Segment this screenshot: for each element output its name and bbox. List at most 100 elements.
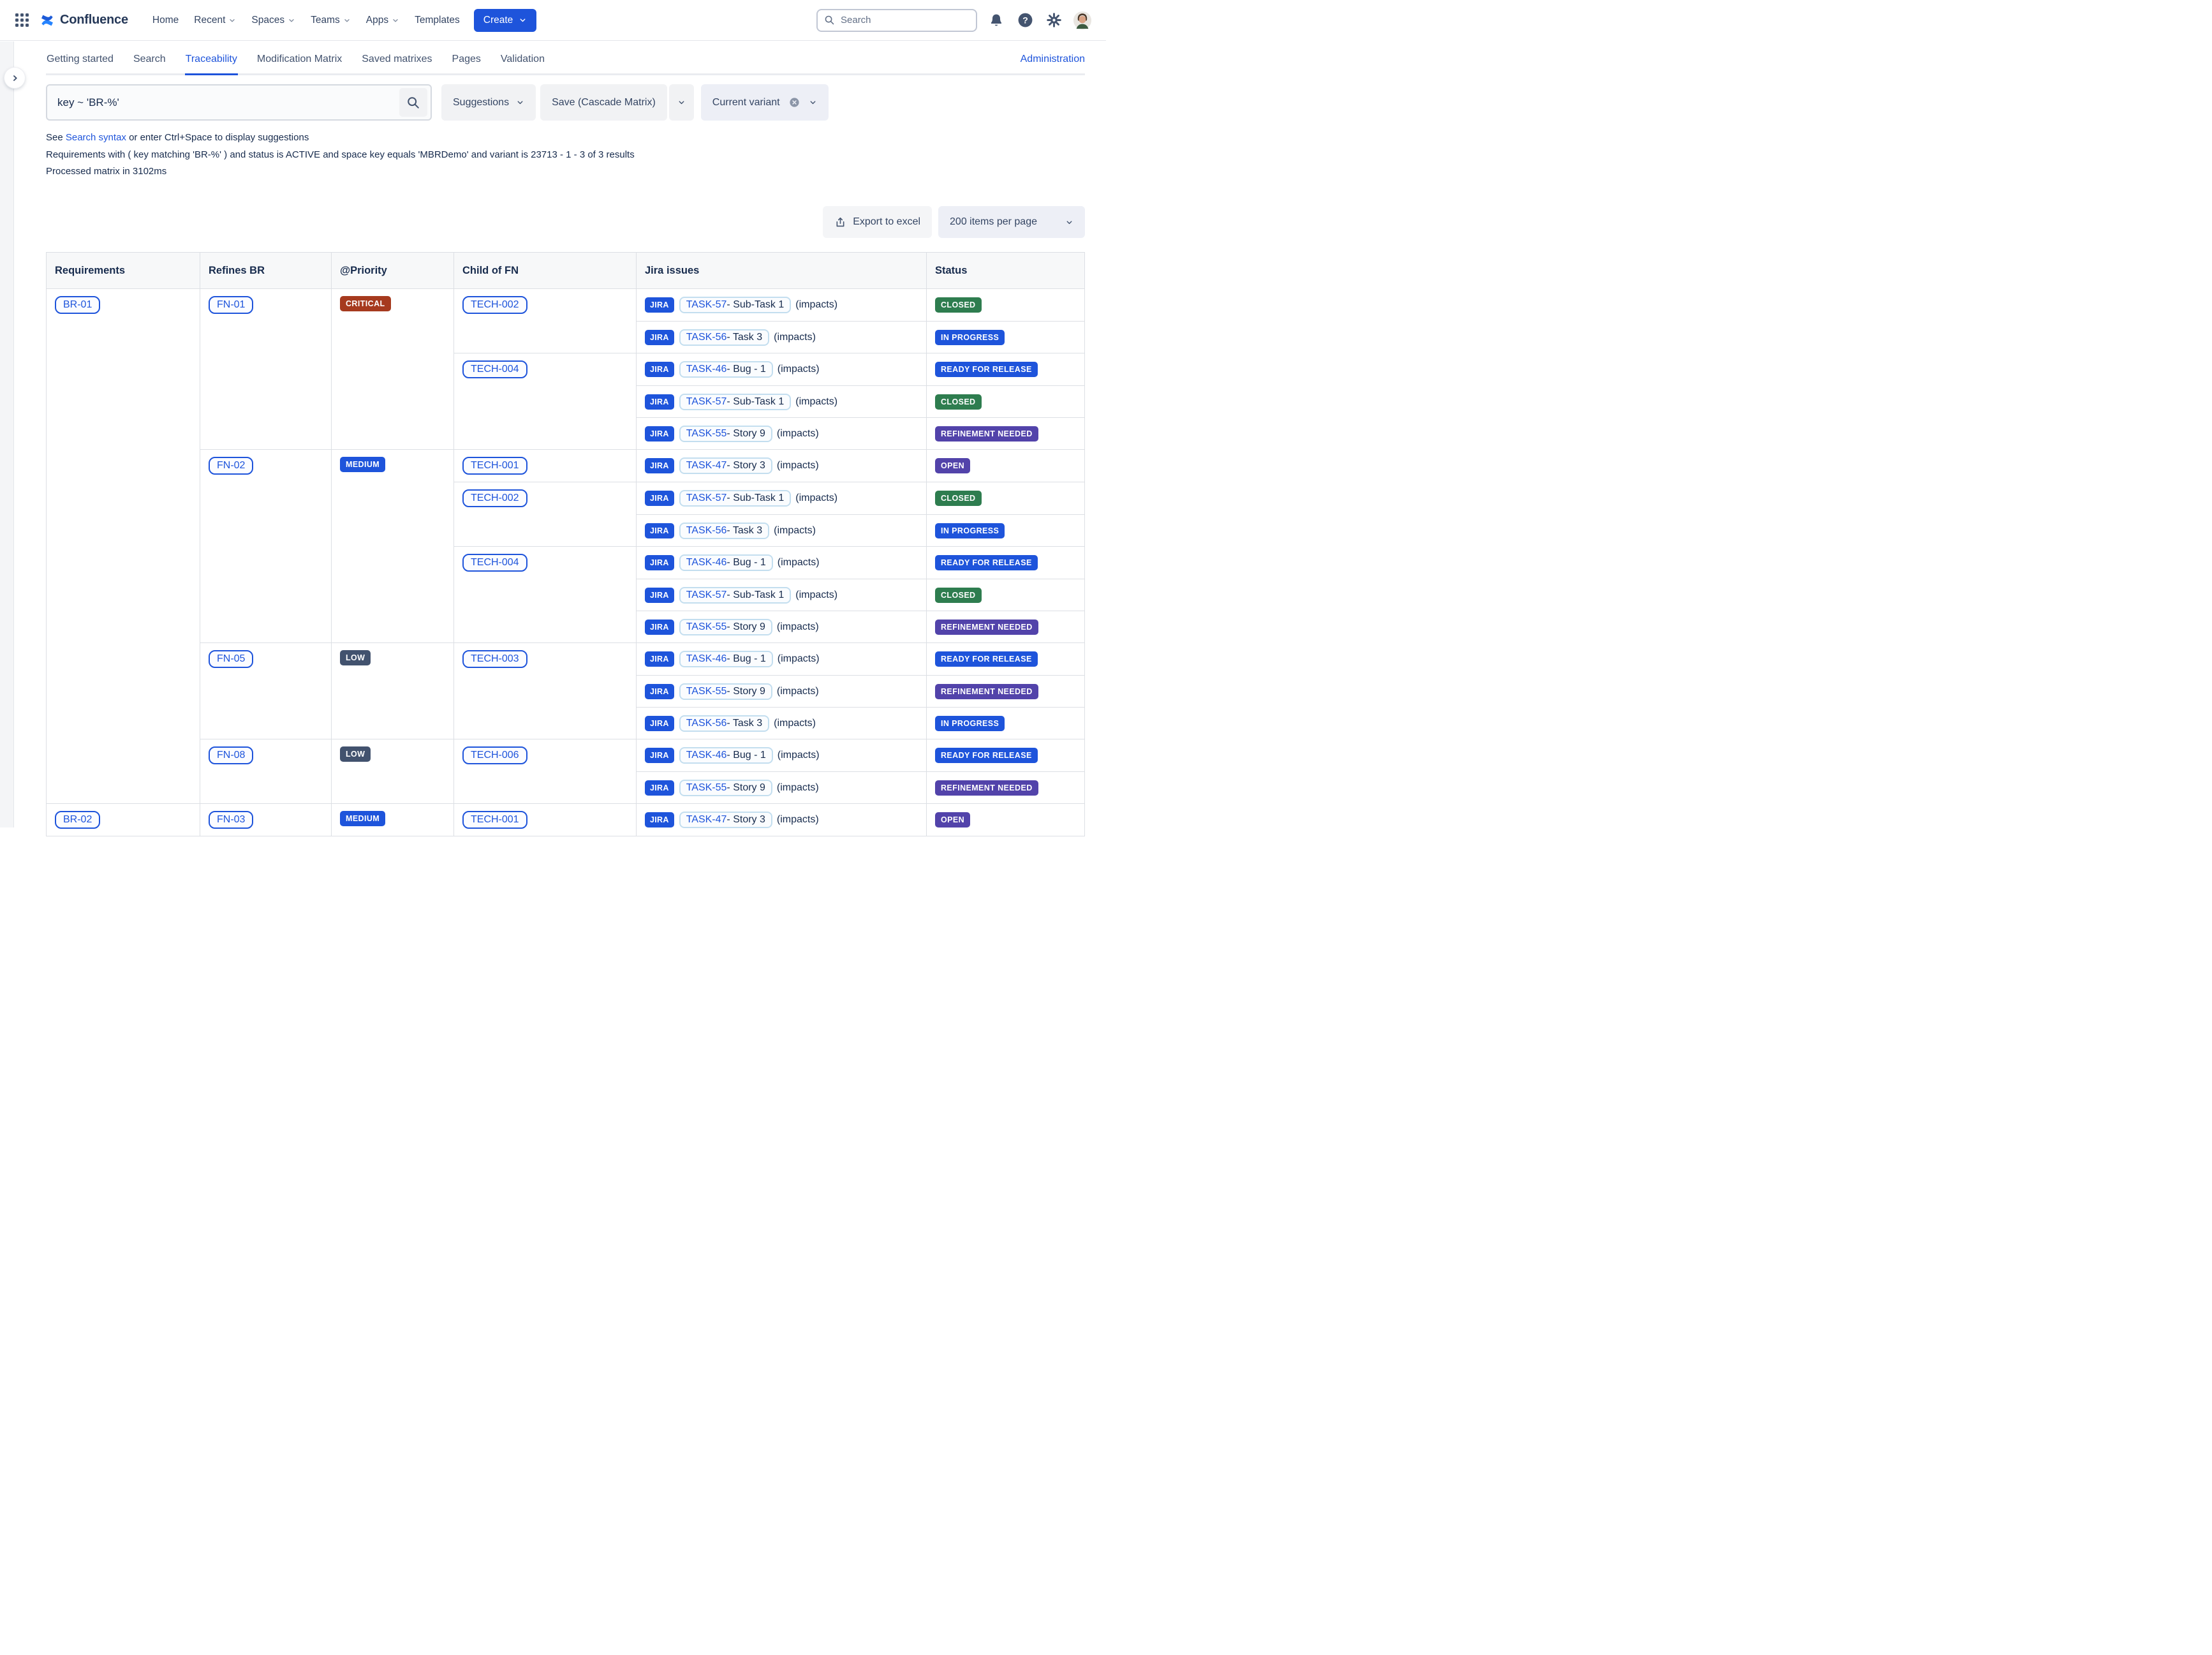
top-navigation: Confluence HomeRecentSpacesTeamsAppsTemp… [0,0,1106,41]
requirement-link[interactable]: TECH-004 [462,554,527,572]
expand-sidebar-button[interactable] [4,68,25,88]
status-cell: READY FOR RELEASE [927,739,1084,771]
jira-issue-link[interactable]: TASK-55- Story 9 [679,426,772,442]
requirement-link[interactable]: TECH-001 [462,811,527,829]
requirement-link[interactable]: FN-02 [209,457,253,475]
tech-group-row: TECH-001JIRATASK-47- Story 3(impacts)OPE… [454,450,1084,482]
jira-issue-link[interactable]: TASK-46- Bug - 1 [679,361,773,378]
requirement-link[interactable]: TECH-001 [462,457,527,475]
settings-gear-icon[interactable] [1044,11,1063,30]
refines-br-cell: FN-03 [200,804,332,836]
tab-search[interactable]: Search [133,48,166,73]
requirement-link[interactable]: FN-03 [209,811,253,829]
chevron-down-icon [343,17,351,24]
jira-issue-link[interactable]: TASK-55- Story 9 [679,619,772,635]
requirement-link[interactable]: FN-05 [209,650,253,668]
jira-issue-row: JIRATASK-55- Story 9(impacts)REFINEMENT … [637,417,1084,449]
nav-item-teams[interactable]: Teams [303,8,358,33]
variant-selector[interactable]: Current variant [701,84,829,121]
jira-issue-key: TASK-47 [686,814,727,826]
requirement-link[interactable]: FN-01 [209,296,253,314]
child-of-fn-cell: TECH-001 [454,450,637,482]
items-per-page-select[interactable]: 200 items per page [938,206,1085,238]
impacts-label: (impacts) [778,653,820,665]
requirement-link[interactable]: TECH-002 [462,489,527,507]
jira-issue-link[interactable]: TASK-47- Story 3 [679,812,772,828]
tab-pages[interactable]: Pages [452,48,482,73]
jira-issue-link[interactable]: TASK-46- Bug - 1 [679,747,773,764]
jira-issue-link[interactable]: TASK-56- Task 3 [679,715,769,732]
jira-badge: JIRA [645,651,674,667]
status-cell: READY FOR RELEASE [927,547,1084,579]
jira-issue-link[interactable]: TASK-57- Sub-Task 1 [679,490,792,507]
query-input[interactable] [47,96,399,109]
global-search-input[interactable]: Search [816,9,977,32]
export-to-excel-button[interactable]: Export to excel [823,206,932,238]
help-icon[interactable]: ? [1015,11,1035,30]
brand-name: Confluence [60,13,128,27]
user-avatar[interactable] [1073,11,1092,30]
save-options-button[interactable] [669,84,694,121]
processing-time: Processed matrix in 3102ms [46,166,1106,177]
tab-getting-started[interactable]: Getting started [46,48,114,73]
requirement-link[interactable]: TECH-006 [462,746,527,764]
jira-issue-link[interactable]: TASK-46- Bug - 1 [679,651,773,667]
jira-issue-link[interactable]: TASK-57- Sub-Task 1 [679,297,792,313]
nav-item-recent[interactable]: Recent [186,8,244,33]
requirement-link[interactable]: TECH-002 [462,296,527,314]
tab-saved-matrixes[interactable]: Saved matrixes [361,48,432,73]
jira-issue-cell: JIRATASK-57- Sub-Task 1(impacts) [637,482,927,514]
jira-badge: JIRA [645,330,674,345]
clear-variant-icon[interactable] [788,96,800,108]
status-cell: IN PROGRESS [927,515,1084,546]
jira-issue-link[interactable]: TASK-56- Task 3 [679,329,769,346]
nav-item-home[interactable]: Home [145,8,186,33]
chevron-down-icon [288,17,295,24]
jira-issue-link[interactable]: TASK-56- Task 3 [679,523,769,539]
jira-issue-link[interactable]: TASK-47- Story 3 [679,457,772,474]
tab-validation[interactable]: Validation [500,48,545,73]
status-cell: READY FOR RELEASE [927,643,1084,675]
jira-issue-summary: - Task 3 [726,718,762,729]
tab-traceability[interactable]: Traceability [185,48,238,73]
run-search-button[interactable] [399,88,427,117]
status-cell: REFINEMENT NEEDED [927,418,1084,449]
create-button[interactable]: Create [474,9,537,32]
requirement-link[interactable]: BR-01 [55,296,100,314]
impacts-label: (impacts) [777,814,819,826]
tech-group-row: TECH-001JIRATASK-47- Story 3(impacts)OPE… [454,804,1084,836]
nav-item-templates[interactable]: Templates [407,8,468,33]
nav-item-apps[interactable]: Apps [358,8,407,33]
jira-issue-link[interactable]: TASK-46- Bug - 1 [679,554,773,571]
column-header-refines-br: Refines BR [200,253,332,288]
priority-cell: CRITICAL [332,289,454,449]
status-badge: REFINEMENT NEEDED [935,620,1038,635]
jira-issue-key: TASK-46 [686,364,727,375]
jira-issue-summary: - Task 3 [726,525,762,537]
child-of-fn-cell: TECH-004 [454,547,637,642]
requirement-link[interactable]: TECH-004 [462,360,527,378]
requirements-cell: BR-01 [47,289,200,803]
jira-issue-cell: JIRATASK-55- Story 9(impacts) [637,676,927,707]
requirement-link[interactable]: BR-02 [55,811,100,829]
app-switcher-icon[interactable] [15,13,29,27]
administration-link[interactable]: Administration [1021,54,1085,73]
matrix-header-row: RequirementsRefines BR@PriorityChild of … [47,253,1084,289]
jira-issue-link[interactable]: TASK-55- Story 9 [679,780,772,796]
save-cascade-matrix-button[interactable]: Save (Cascade Matrix) [540,84,667,121]
impacts-label: (impacts) [795,396,837,408]
notifications-bell-icon[interactable] [987,11,1006,30]
confluence-home-link[interactable]: Confluence [39,12,128,29]
jira-issue-link[interactable]: TASK-55- Story 9 [679,683,772,700]
nav-item-spaces[interactable]: Spaces [244,8,303,33]
status-badge: READY FOR RELEASE [935,651,1038,667]
tab-modification-matrix[interactable]: Modification Matrix [256,48,343,73]
jira-issue-link[interactable]: TASK-57- Sub-Task 1 [679,394,792,410]
jira-issue-link[interactable]: TASK-57- Sub-Task 1 [679,587,792,604]
fn-group-row: FN-05LOWTECH-003JIRATASK-46- Bug - 1(imp… [200,642,1084,739]
requirement-link[interactable]: FN-08 [209,746,253,764]
suggestions-button[interactable]: Suggestions [441,84,536,121]
requirement-link[interactable]: TECH-003 [462,650,527,668]
jira-badge: JIRA [645,555,674,570]
search-syntax-link[interactable]: Search syntax [66,132,126,143]
